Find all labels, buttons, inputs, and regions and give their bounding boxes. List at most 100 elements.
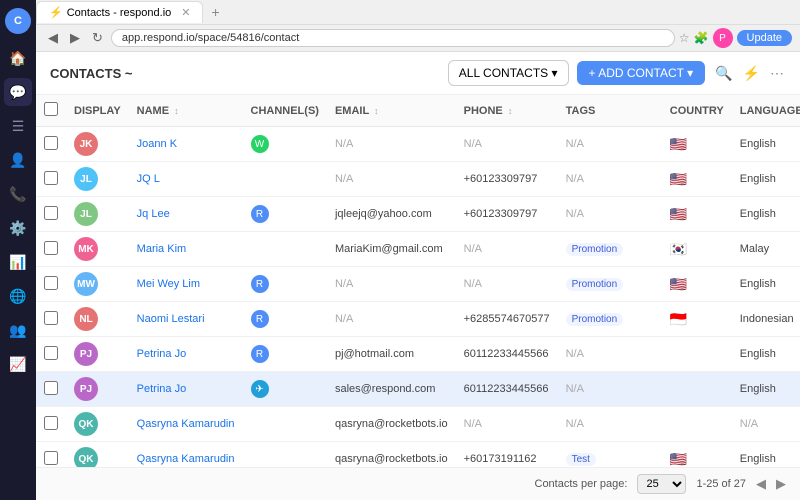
row-display-cell: JL: [66, 162, 129, 197]
browser-nav: ◀ ▶ ↻ ☆ 🧩 P Update: [36, 25, 800, 52]
row-checkbox-cell: [36, 197, 66, 232]
row-checkbox-cell: [36, 372, 66, 407]
contact-name-link[interactable]: Jq Lee: [137, 208, 170, 220]
row-channel-cell: [243, 232, 327, 267]
row-language-cell: English: [732, 267, 800, 302]
per-page-select[interactable]: 25 50 100: [637, 474, 686, 494]
row-email-cell: N/A: [327, 302, 456, 337]
search-icon-button[interactable]: 🔍: [713, 63, 734, 84]
row-phone-cell: +6285574670577: [456, 302, 558, 337]
row-display-cell: QK: [66, 407, 129, 442]
row-country-cell: 🇺🇸: [662, 162, 732, 197]
row-checkbox[interactable]: [44, 346, 58, 360]
more-options-button[interactable]: ⋯: [768, 63, 786, 84]
row-phone-cell: N/A: [456, 232, 558, 267]
row-tags-cell: Promotion: [558, 267, 662, 302]
row-country-cell: 🇺🇸: [662, 127, 732, 162]
row-checkbox-cell: [36, 302, 66, 337]
row-language-cell: English: [732, 372, 800, 407]
sidebar-icon-list[interactable]: ☰: [4, 112, 32, 140]
sidebar-icon-settings[interactable]: ⚙️: [4, 214, 32, 242]
contact-name-link[interactable]: Qasryna Kamarudin: [137, 418, 235, 430]
row-phone-cell: +60123309797: [456, 197, 558, 232]
select-all-checkbox[interactable]: [44, 102, 58, 116]
channel-icon-respond: R: [251, 205, 269, 223]
row-checkbox[interactable]: [44, 136, 58, 150]
contact-name-link[interactable]: Petrina Jo: [137, 383, 187, 395]
avatar: MW: [74, 272, 98, 296]
col-display: DISPLAY: [66, 95, 129, 127]
row-tags-cell: N/A: [558, 127, 662, 162]
row-checkbox-cell: [36, 232, 66, 267]
table-row: QK Qasryna Kamarudin qasryna@rocketbots.…: [36, 442, 800, 468]
row-country-cell: 🇺🇸: [662, 442, 732, 468]
row-tags-cell: N/A: [558, 407, 662, 442]
row-email-cell: N/A: [327, 162, 456, 197]
row-language-cell: English: [732, 197, 800, 232]
row-language-cell: Malay: [732, 232, 800, 267]
col-email[interactable]: EMAIL ↕: [327, 95, 456, 127]
row-checkbox[interactable]: [44, 276, 58, 290]
profile-icon[interactable]: P: [713, 28, 733, 48]
sidebar-icon-network[interactable]: 🌐: [4, 282, 32, 310]
row-name-cell: Mei Wey Lim: [129, 267, 243, 302]
browser-tab-contacts[interactable]: ⚡ Contacts - respond.io ✕: [36, 1, 203, 23]
col-language[interactable]: LANGUAGE ↕: [732, 95, 800, 127]
row-checkbox[interactable]: [44, 311, 58, 325]
sidebar-icon-chart[interactable]: 📊: [4, 248, 32, 276]
sidebar-icon-chat[interactable]: 💬: [4, 78, 32, 106]
row-display-cell: NL: [66, 302, 129, 337]
channel-icon-whatsapp: W: [251, 135, 269, 153]
avatar: PJ: [74, 377, 98, 401]
table-row: MW Mei Wey Lim R N/A N/A Promotion 🇺🇸 En…: [36, 267, 800, 302]
url-bar[interactable]: [111, 29, 675, 47]
back-button[interactable]: ◀: [44, 28, 62, 48]
tag-badge: Promotion: [566, 278, 624, 291]
sidebar-icon-phone[interactable]: 📞: [4, 180, 32, 208]
row-checkbox[interactable]: [44, 206, 58, 220]
prev-page-button[interactable]: ◀: [756, 476, 766, 492]
sidebar-icon-team[interactable]: 👥: [4, 316, 32, 344]
forward-button[interactable]: ▶: [66, 28, 84, 48]
row-country-cell: 🇺🇸: [662, 197, 732, 232]
table-row: PJ Petrina Jo R pj@hotmail.com 601122334…: [36, 337, 800, 372]
update-button[interactable]: Update: [737, 30, 792, 46]
contact-name-link[interactable]: Petrina Jo: [137, 348, 187, 360]
row-phone-cell: N/A: [456, 407, 558, 442]
extensions-icon[interactable]: 🧩: [694, 31, 709, 45]
contact-name-link[interactable]: Mei Wey Lim: [137, 278, 200, 290]
sidebar-avatar[interactable]: C: [5, 8, 31, 34]
contact-name-link[interactable]: Joann K: [137, 138, 177, 150]
row-country-cell: [662, 372, 732, 407]
col-name[interactable]: NAME ↕: [129, 95, 243, 127]
sidebar-icon-analytics[interactable]: 📈: [4, 350, 32, 378]
row-channel-cell: [243, 162, 327, 197]
all-contacts-button[interactable]: ALL CONTACTS ▾: [448, 60, 569, 86]
bookmark-icon[interactable]: ☆: [679, 31, 690, 45]
add-contact-button[interactable]: + ADD CONTACT ▾: [577, 61, 706, 85]
row-checkbox[interactable]: [44, 416, 58, 430]
contact-name-link[interactable]: Qasryna Kamarudin: [137, 453, 235, 465]
row-channel-cell: W: [243, 127, 327, 162]
tab-close-icon[interactable]: ✕: [181, 6, 190, 19]
col-phone[interactable]: PHONE ↕: [456, 95, 558, 127]
header-actions: ALL CONTACTS ▾ + ADD CONTACT ▾ 🔍 ⚡ ⋯: [448, 60, 786, 86]
sidebar-icon-contacts[interactable]: 👤: [4, 146, 32, 174]
row-language-cell: Indonesian: [732, 302, 800, 337]
refresh-button[interactable]: ↻: [88, 28, 107, 48]
row-checkbox[interactable]: [44, 381, 58, 395]
contact-name-link[interactable]: JQ L: [137, 173, 160, 185]
filter-icon-button[interactable]: ⚡: [741, 63, 762, 84]
contact-name-link[interactable]: Naomi Lestari: [137, 313, 205, 325]
new-tab-button[interactable]: +: [203, 0, 227, 24]
row-checkbox[interactable]: [44, 451, 58, 465]
row-language-cell: N/A: [732, 407, 800, 442]
row-checkbox-cell: [36, 162, 66, 197]
row-checkbox[interactable]: [44, 241, 58, 255]
sidebar-icon-home[interactable]: 🏠: [4, 44, 32, 72]
next-page-button[interactable]: ▶: [776, 476, 786, 492]
row-phone-cell: N/A: [456, 267, 558, 302]
row-email-cell: sales@respond.com: [327, 372, 456, 407]
contact-name-link[interactable]: Maria Kim: [137, 243, 187, 255]
row-checkbox[interactable]: [44, 171, 58, 185]
